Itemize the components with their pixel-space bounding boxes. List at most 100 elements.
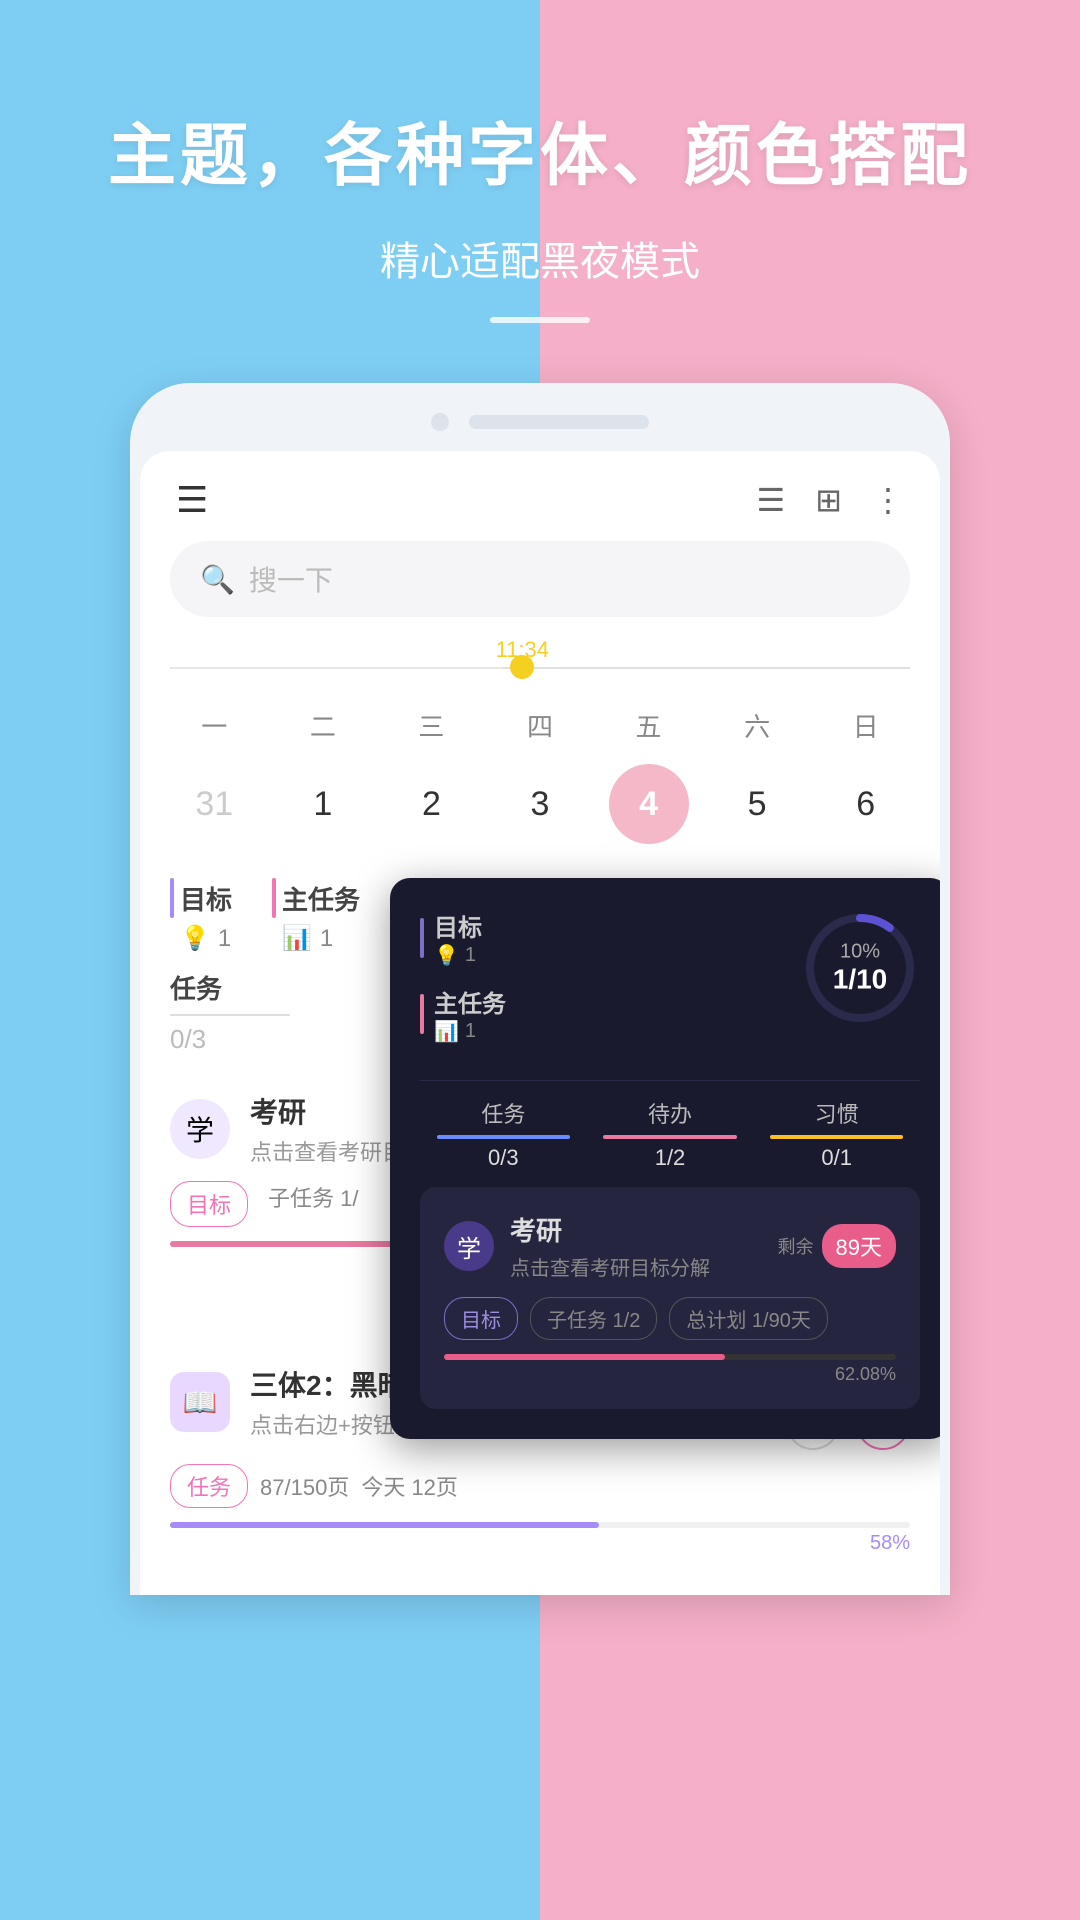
book-tag1: 任务 <box>170 1464 248 1508</box>
circle-fraction: 1/10 <box>833 964 888 996</box>
search-bar[interactable]: 🔍 搜一下 <box>170 541 910 617</box>
light-tag-subtask: 子任务 1/ <box>268 1181 358 1227</box>
dark-progress-label: 62.08% <box>444 1364 896 1385</box>
dark-task-item: 任务 0/3 <box>420 1097 587 1171</box>
dark-pending-label: 待办 <box>587 1097 754 1129</box>
app-content: ☰ ☰ ⊞ ⋮ 🔍 搜一下 11:34 一 二 三 四 五 六 <box>140 451 940 1595</box>
dark-goal-value: 💡 1 <box>434 943 482 968</box>
dark-tasks-label: 任务 <box>420 1097 587 1129</box>
more-icon[interactable]: ⋮ <box>872 481 904 519</box>
dark-progress-fill <box>444 1354 725 1360</box>
dark-task-bar <box>437 1135 570 1139</box>
weekday-mon: 一 <box>174 707 254 744</box>
content-area: 目标 💡 1 主任务 📊 1 <box>140 868 940 1314</box>
dark-tags: 目标 子任务 1/2 总计划 1/90天 <box>444 1297 896 1340</box>
dark-pending-item: 待办 1/2 <box>587 1097 754 1171</box>
camera-dot <box>431 413 449 431</box>
grid-icon[interactable]: ⊞ <box>815 481 842 519</box>
circle-text: 10% 1/10 <box>833 941 888 996</box>
goal-label: 目标 <box>180 880 232 917</box>
toolbar-left[interactable]: ☰ <box>176 479 208 521</box>
weekday-sun: 日 <box>826 707 906 744</box>
study-avatar-light: 学 <box>170 1099 230 1159</box>
timeline: 11:34 <box>170 637 910 687</box>
main-task-bar <box>272 878 276 918</box>
dark-habit-label: 习惯 <box>753 1097 920 1129</box>
date-4-today[interactable]: 4 <box>609 764 689 844</box>
remain-badge: 89天 <box>822 1224 896 1268</box>
sub-title: 精心适配黑夜模式 <box>0 229 1080 287</box>
dark-pending-bar <box>603 1135 736 1139</box>
hamburger-icon[interactable]: ☰ <box>176 479 208 520</box>
dark-goal-bar <box>420 918 424 958</box>
task-label: 任务 <box>170 974 222 1004</box>
dark-main-task-count: 1 <box>465 1020 476 1043</box>
weekday-sat: 六 <box>717 707 797 744</box>
week-header: 一 二 三 四 五 六 日 <box>140 687 940 754</box>
search-placeholder: 搜一下 <box>249 559 333 599</box>
dark-habit-item: 习惯 0/1 <box>753 1097 920 1171</box>
dark-main-task-row: 主任务 📊 1 <box>420 984 800 1044</box>
dark-goal-count: 1 <box>465 944 476 967</box>
main-task-count: 1 <box>320 925 333 953</box>
dark-main-task-value: 📊 1 <box>434 1019 506 1044</box>
goal-count: 1 <box>218 925 231 953</box>
book-avatar: 📖 <box>170 1372 230 1432</box>
main-title: 主题，各种字体、颜色搭配 <box>0 100 1080 199</box>
toolbar: ☰ ☰ ⊞ ⋮ <box>140 451 940 531</box>
dark-tasks-value: 0/3 <box>420 1145 587 1171</box>
dark-tag1: 目标 <box>444 1297 518 1340</box>
search-icon: 🔍 <box>200 563 235 596</box>
light-tag-goal: 目标 <box>170 1181 248 1227</box>
date-31[interactable]: 31 <box>174 764 254 844</box>
circle-percent: 10% <box>833 941 888 964</box>
task-count: 0/3 <box>170 1024 206 1054</box>
main-task-label-row: 主任务 <box>272 878 360 918</box>
dark-study-card[interactable]: 学 考研 点击查看考研目标分解 剩余 89天 目标 子任务 1/2 <box>420 1187 920 1409</box>
date-2[interactable]: 2 <box>391 764 471 844</box>
hero-section: 主题，各种字体、颜色搭配 精心适配黑夜模式 <box>0 0 1080 323</box>
dark-study-header: 学 考研 点击查看考研目标分解 剩余 89天 <box>444 1211 896 1281</box>
circle-progress: 10% 1/10 <box>800 908 920 1028</box>
dark-remain: 剩余 89天 <box>778 1224 896 1268</box>
main-task-icon: 📊 <box>282 924 312 953</box>
dark-stats-top: 目标 💡 1 主任务 <box>420 908 920 1060</box>
phone-mockup: ☰ ☰ ⊞ ⋮ 🔍 搜一下 11:34 一 二 三 四 五 六 <box>130 383 950 1595</box>
dark-goal-label: 目标 <box>434 908 482 943</box>
timeline-line <box>170 667 910 669</box>
remain-label: 剩余 <box>778 1233 814 1259</box>
dark-tag3: 总计划 1/90天 <box>669 1297 827 1340</box>
book-progress-bar <box>170 1522 910 1528</box>
dark-goal-row: 目标 💡 1 <box>420 908 800 968</box>
dark-main-task-bar <box>420 994 424 1034</box>
speaker-bar <box>469 415 649 429</box>
dark-main-task-label: 主任务 <box>434 984 506 1019</box>
dark-stat-labels: 目标 💡 1 主任务 <box>420 908 800 1060</box>
dark-overlay-panel: 目标 💡 1 主任务 <box>390 878 940 1439</box>
dark-pending-value: 1/2 <box>587 1145 754 1171</box>
dark-main-task-info: 主任务 📊 1 <box>434 984 506 1044</box>
dark-goal-info: 目标 💡 1 <box>434 908 482 968</box>
dark-habit-value: 0/1 <box>753 1145 920 1171</box>
view-list-icon[interactable]: ☰ <box>757 481 786 519</box>
weekday-thu: 四 <box>500 707 580 744</box>
goal-label-row: 目标 <box>170 878 232 918</box>
main-task-label: 主任务 <box>282 880 360 917</box>
book-progress-fill <box>170 1522 599 1528</box>
date-6[interactable]: 6 <box>826 764 906 844</box>
date-1[interactable]: 1 <box>283 764 363 844</box>
dark-main-task-icon: 📊 <box>434 1019 459 1044</box>
book-tag3: 今天 12页 <box>361 1470 458 1502</box>
camera-row <box>130 413 950 431</box>
main-task-stat: 主任务 📊 1 <box>272 878 360 953</box>
date-5[interactable]: 5 <box>717 764 797 844</box>
weekday-wed: 三 <box>391 707 471 744</box>
dark-progress-bar <box>444 1354 896 1360</box>
dark-habit-bar <box>770 1135 903 1139</box>
timeline-time: 11:34 <box>496 637 549 663</box>
weekday-fri: 五 <box>609 707 689 744</box>
date-3[interactable]: 3 <box>500 764 580 844</box>
dark-bottom-stats: 任务 0/3 待办 1/2 习惯 0/1 <box>420 1080 920 1171</box>
goal-stat: 目标 💡 1 <box>170 878 232 953</box>
task-divider <box>170 1014 290 1016</box>
